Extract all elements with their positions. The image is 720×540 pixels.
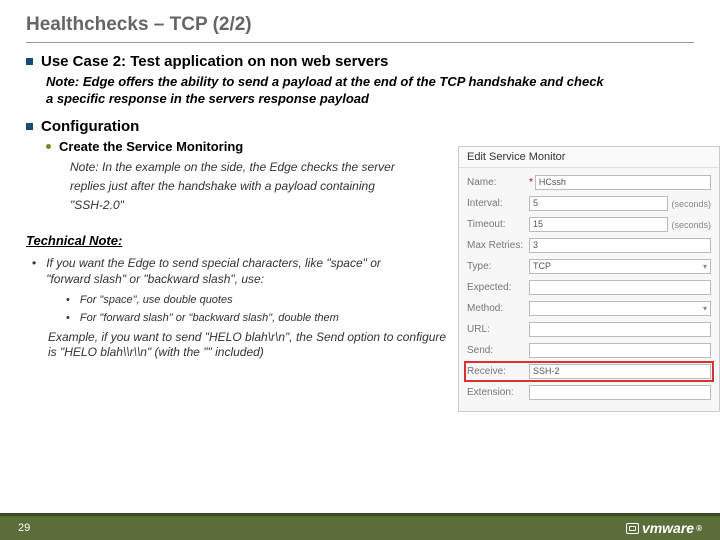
interval-label: Interval: xyxy=(467,198,529,209)
bullet-icon: • xyxy=(32,256,36,287)
type-select[interactable]: TCP xyxy=(529,259,711,274)
config-bullet: Configuration xyxy=(26,118,702,135)
row-expected: Expected: xyxy=(467,279,711,296)
registered-icon: ® xyxy=(696,524,702,533)
tech-line-1: If you want the Edge to send special cha… xyxy=(46,256,426,287)
usecase-heading: Use Case 2: Test application on non web … xyxy=(41,53,388,70)
tech-sub-2-text: For "forward slash" or "backward slash",… xyxy=(80,312,339,324)
config-sub-heading: Create the Service Monitoring xyxy=(59,139,243,154)
row-url: URL: xyxy=(467,321,711,338)
row-maxretries: Max Retries: 3 xyxy=(467,237,711,254)
extension-field[interactable] xyxy=(529,385,711,400)
row-interval: Interval: 5 (seconds) xyxy=(467,195,711,212)
page-number: 29 xyxy=(18,522,30,534)
name-label: Name: xyxy=(467,177,529,188)
expected-label: Expected: xyxy=(467,282,529,293)
edit-service-monitor-dialog: Edit Service Monitor Name: * HCssh Inter… xyxy=(458,146,720,412)
config-heading: Configuration xyxy=(41,118,139,135)
row-timeout: Timeout: 15 (seconds) xyxy=(467,216,711,233)
dialog-title: Edit Service Monitor xyxy=(459,147,719,168)
interval-unit: (seconds) xyxy=(671,199,711,209)
slide: Healthchecks – TCP (2/2) Use Case 2: Tes… xyxy=(0,0,720,540)
dialog-body: Name: * HCssh Interval: 5 (seconds) Time… xyxy=(459,168,719,411)
square-bullet-icon xyxy=(26,58,33,65)
row-type: Type: TCP xyxy=(467,258,711,275)
interval-field[interactable]: 5 xyxy=(529,196,668,211)
extension-label: Extension: xyxy=(467,387,529,398)
maxretries-label: Max Retries: xyxy=(467,240,529,251)
row-name: Name: * HCssh xyxy=(467,174,711,191)
vmware-logo-icon xyxy=(626,523,639,534)
usecase-note: Note: Edge offers the ability to send a … xyxy=(46,74,606,108)
row-extension: Extension: xyxy=(467,384,711,401)
vmware-logo-text: vmware xyxy=(642,520,694,536)
timeout-field[interactable]: 15 xyxy=(529,217,668,232)
row-method: Method: xyxy=(467,300,711,317)
square-bullet-icon xyxy=(26,123,33,130)
tech-example: Example, if you want to send "HELO blah\… xyxy=(48,330,448,361)
method-label: Method: xyxy=(467,303,529,314)
method-select[interactable] xyxy=(529,301,711,316)
tech-sub-1-text: For "space", use double quotes xyxy=(80,294,233,306)
bullet-icon: • xyxy=(66,312,70,324)
row-send: Send: xyxy=(467,342,711,359)
url-label: URL: xyxy=(467,324,529,335)
name-field[interactable]: HCssh xyxy=(535,175,711,190)
usecase-bullet: Use Case 2: Test application on non web … xyxy=(26,53,702,70)
row-receive: Receive: SSH-2 xyxy=(466,363,712,380)
expected-field[interactable] xyxy=(529,280,711,295)
vmware-logo: vmware ® xyxy=(626,520,702,536)
slide-title: Healthchecks – TCP (2/2) xyxy=(0,0,720,42)
required-icon: * xyxy=(529,177,533,188)
type-label: Type: xyxy=(467,261,529,272)
receive-label: Receive: xyxy=(467,366,529,377)
footer: 29 vmware ® xyxy=(0,516,720,540)
send-field[interactable] xyxy=(529,343,711,358)
config-sub-note: Note: In the example on the side, the Ed… xyxy=(70,158,410,216)
dot-bullet-icon xyxy=(46,144,51,149)
timeout-label: Timeout: xyxy=(467,219,529,230)
bullet-icon: • xyxy=(66,294,70,306)
title-underline xyxy=(26,42,694,43)
receive-field[interactable]: SSH-2 xyxy=(529,364,711,379)
send-label: Send: xyxy=(467,345,529,356)
maxretries-field[interactable]: 3 xyxy=(529,238,711,253)
timeout-unit: (seconds) xyxy=(671,220,711,230)
url-field[interactable] xyxy=(529,322,711,337)
